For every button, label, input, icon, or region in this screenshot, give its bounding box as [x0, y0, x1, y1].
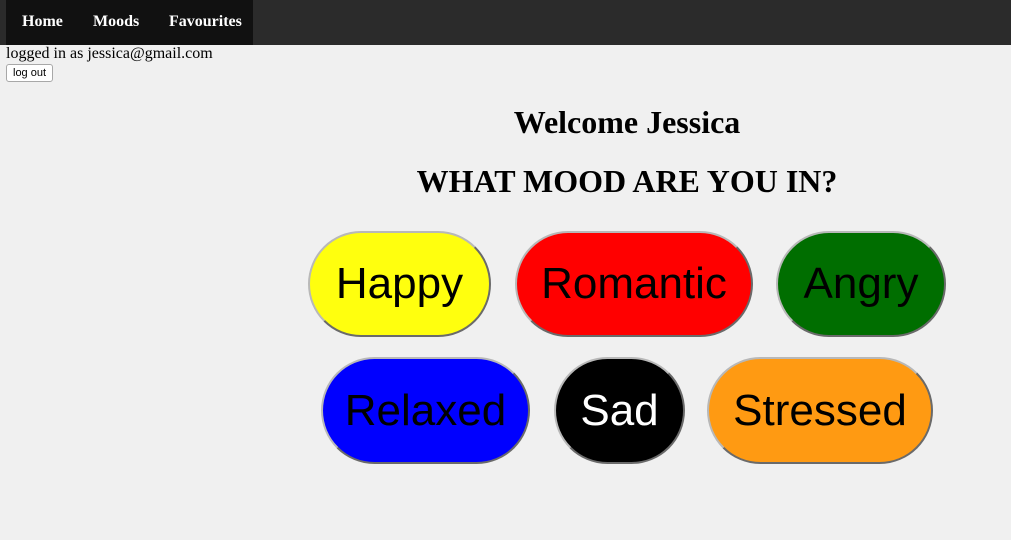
mood-button-happy[interactable]: Happy — [308, 231, 491, 337]
nav-favourites-link[interactable]: Favourites — [169, 13, 242, 31]
logged-in-status: logged in as jessica@gmail.com — [6, 45, 213, 62]
nav-home-link[interactable]: Home — [22, 13, 63, 31]
mood-button-relaxed[interactable]: Relaxed — [321, 357, 530, 464]
mood-button-angry[interactable]: Angry — [776, 231, 946, 337]
mood-button-romantic[interactable]: Romantic — [515, 231, 753, 337]
mood-question-heading: WHAT MOOD ARE YOU IN? — [416, 163, 838, 199]
mood-button-stressed[interactable]: Stressed — [707, 357, 933, 464]
nav-moods-link[interactable]: Moods — [93, 13, 139, 31]
welcome-heading: Welcome Jessica — [513, 104, 741, 140]
logout-button[interactable]: log out — [6, 64, 54, 82]
mood-button-sad[interactable]: Sad — [554, 357, 685, 464]
main-nav: Home Moods Favourites — [6, 0, 253, 45]
top-bar: Home Moods Favourites — [0, 0, 1011, 45]
